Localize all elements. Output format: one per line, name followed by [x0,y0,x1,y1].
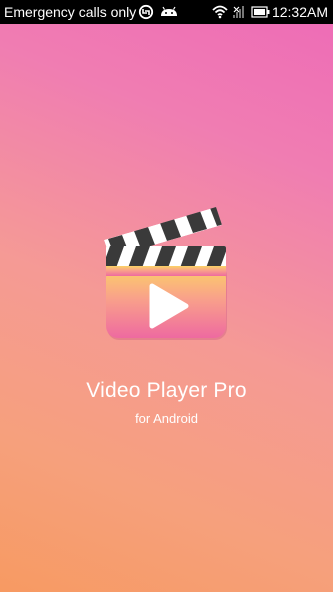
status-icons-left [138,4,177,20]
app-subtitle: for Android [135,411,198,426]
clapper-top-strip [106,246,226,268]
status-icons-right [212,5,270,19]
no-signal-icon [233,6,244,18]
clock: 12:32AM [271,4,328,20]
splash-screen: Video Player Pro for Android [0,24,333,592]
wifi-icon [212,5,228,19]
android-icon [161,6,177,16]
sync-icon [138,4,154,20]
status-bar: Emergency calls only 12:32AM [0,0,333,24]
clapperboard-play-icon [104,207,227,340]
carrier-status-text: Emergency calls only [4,4,137,20]
battery-icon [251,6,270,18]
app-title: Video Player Pro [86,379,247,402]
